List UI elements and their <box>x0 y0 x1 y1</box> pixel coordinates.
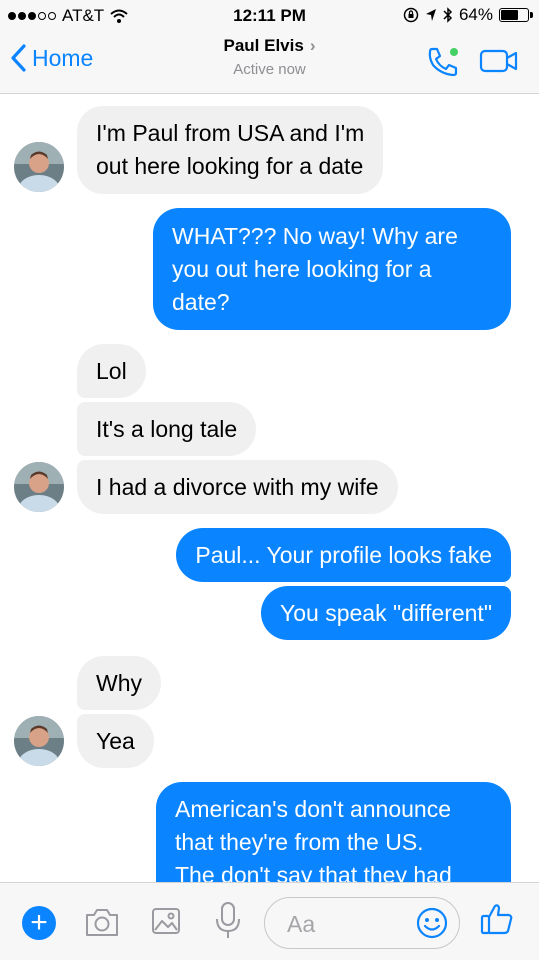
incoming-message-bubble[interactable]: Why <box>77 656 161 710</box>
message-text: American's don't announce that they're f… <box>175 796 452 882</box>
phone-icon <box>428 47 458 77</box>
battery-fill <box>501 10 518 20</box>
outgoing-message-bubble[interactable]: American's don't announce that they're f… <box>156 782 511 882</box>
message-text: It's a long tale <box>96 415 238 442</box>
message-text: WHAT??? No way! Why are you out here loo… <box>172 222 458 315</box>
bluetooth-icon <box>443 7 453 23</box>
battery-icon <box>499 8 533 22</box>
message-text: I'm Paul from USA and I'm out here looki… <box>96 120 365 179</box>
outgoing-message-bubble[interactable]: WHAT??? No way! Why are you out here loo… <box>153 208 511 330</box>
status-indicators: 64% <box>403 5 533 25</box>
message-text: I had a divorce with my wife <box>96 473 379 500</box>
camera-button[interactable] <box>84 905 120 944</box>
chevron-right-icon: › <box>309 36 316 55</box>
call-button[interactable] <box>425 44 461 85</box>
incoming-message-bubble[interactable]: It's a long tale <box>77 402 257 456</box>
contact-avatar[interactable] <box>14 142 64 192</box>
message-input[interactable]: Aa <box>264 897 460 949</box>
incoming-message-bubble[interactable]: I'm Paul from USA and I'm out here looki… <box>77 106 384 194</box>
message-input-placeholder: Aa <box>287 911 316 937</box>
message-text: Paul... Your profile looks fake <box>195 541 492 568</box>
message-text: You speak "different" <box>280 599 492 626</box>
location-arrow-icon <box>425 9 436 21</box>
avatar-photo <box>14 142 64 192</box>
thumbs-up-icon <box>480 904 513 935</box>
incoming-message-bubble[interactable]: Yea <box>77 714 154 768</box>
message-list[interactable]: I'm Paul from USA and I'm out here looki… <box>0 94 539 882</box>
outgoing-message-bubble[interactable]: Paul... Your profile looks fake <box>176 528 511 582</box>
incoming-message-bubble[interactable]: Lol <box>77 344 146 398</box>
like-button[interactable] <box>479 901 515 942</box>
video-call-button[interactable] <box>479 48 519 79</box>
message-text: Why <box>96 669 142 696</box>
microphone-icon <box>216 902 240 938</box>
contact-avatar[interactable] <box>14 716 64 766</box>
voice-button[interactable] <box>214 901 242 946</box>
camera-icon <box>86 909 118 936</box>
battery-percent: 64% <box>458 5 493 24</box>
message-composer: + Aa <box>0 882 539 960</box>
message-text: Yea <box>96 727 135 754</box>
gallery-button[interactable] <box>150 905 182 942</box>
image-icon <box>152 908 180 934</box>
add-button[interactable]: + <box>22 906 56 940</box>
orientation-lock-icon <box>403 7 419 23</box>
avatar-photo <box>14 462 64 512</box>
incoming-message-bubble[interactable]: I had a divorce with my wife <box>77 460 398 514</box>
conversation-header: Home Paul Elvis › Active now <box>0 32 539 94</box>
smiley-icon <box>416 907 448 939</box>
status-bar: AT&T 12:11 PM 64% <box>0 0 539 32</box>
message-text: Lol <box>96 357 127 384</box>
contact-name: Paul Elvis <box>223 36 304 55</box>
contact-avatar[interactable] <box>14 462 64 512</box>
emoji-button[interactable] <box>415 906 449 945</box>
video-camera-icon <box>479 49 518 73</box>
outgoing-message-bubble[interactable]: You speak "different" <box>261 586 511 640</box>
avatar-photo <box>14 716 64 766</box>
plus-icon: + <box>30 906 48 939</box>
